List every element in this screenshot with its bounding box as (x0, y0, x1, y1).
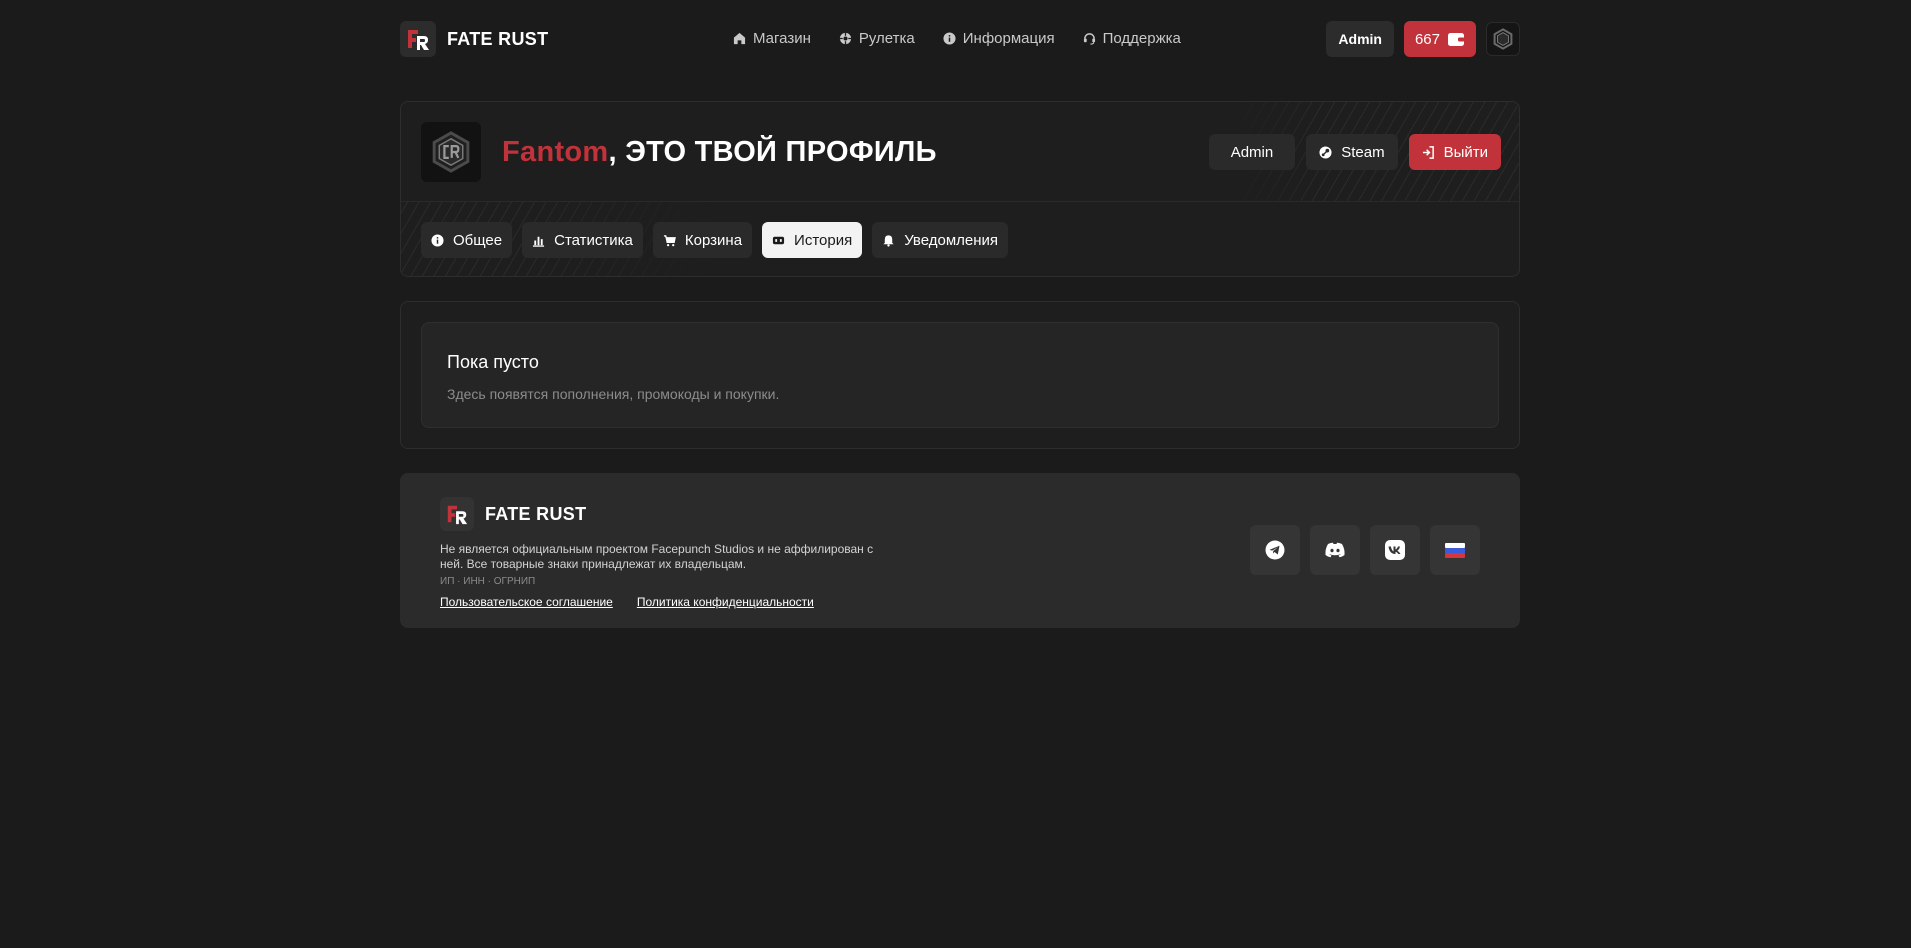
user-avatar[interactable] (1486, 22, 1520, 56)
privacy-link[interactable]: Политика конфиденциальности (637, 595, 814, 609)
telegram-icon (1265, 540, 1285, 560)
profile-greeting: Fantom, ЭТО ТВОЙ ПРОФИЛЬ (502, 136, 937, 169)
tab-history-label: История (794, 231, 853, 249)
nav-shop-label: Магазин (753, 30, 811, 47)
info-icon (431, 233, 444, 247)
logout-icon (1422, 145, 1434, 159)
profile-username: Fantom (502, 136, 609, 168)
tab-general-label: Общее (453, 231, 503, 249)
profile-tabs: Общее Статистика Корзина История Уведомл… (421, 222, 1009, 258)
history-icon (772, 236, 785, 244)
empty-state-subtitle: Здесь появятся пополнения, промокоды и п… (447, 386, 780, 402)
russia-flag-icon (1445, 542, 1465, 558)
header-actions: Admin 667 (1326, 21, 1520, 57)
admin-button[interactable]: Admin (1326, 21, 1394, 57)
vk-button[interactable] (1370, 525, 1420, 575)
nav-roulette[interactable]: Рулетка (839, 30, 915, 47)
nav-support[interactable]: Поддержка (1083, 30, 1181, 47)
footer-brand-name: FATE RUST (485, 503, 587, 524)
chart-icon (533, 236, 545, 247)
empty-state-title: Пока пусто (447, 352, 539, 372)
history-panel: Пока пусто Здесь появятся пополнения, пр… (400, 301, 1520, 449)
terms-link[interactable]: Пользовательское соглашение (440, 595, 613, 609)
profile-header: Fantom, ЭТО ТВОЙ ПРОФИЛЬ Admin Steam Вый… (401, 102, 1519, 202)
top-header: FATE RUST Магазин Рулетка Информация Под… (400, 20, 1520, 58)
cr-avatar-icon (432, 131, 470, 173)
main-nav: Магазин Рулетка Информация Поддержка (733, 30, 1181, 47)
brand-logo[interactable]: FATE RUST (400, 21, 548, 57)
cart-icon (663, 234, 676, 246)
nav-support-label: Поддержка (1102, 30, 1181, 47)
cr-avatar-icon (1493, 28, 1513, 50)
telegram-button[interactable] (1250, 525, 1300, 575)
home-icon (733, 32, 746, 45)
nav-shop[interactable]: Магазин (733, 30, 811, 47)
tab-cart[interactable]: Корзина (652, 222, 753, 258)
logout-label: Выйти (1443, 143, 1488, 161)
roulette-icon (839, 32, 851, 45)
discord-button[interactable] (1310, 525, 1360, 575)
profile-card: Fantom, ЭТО ТВОЙ ПРОФИЛЬ Admin Steam Вый… (400, 101, 1520, 277)
nav-roulette-label: Рулетка (858, 30, 915, 47)
steam-button[interactable]: Steam (1306, 134, 1398, 170)
empty-state: Пока пусто Здесь появятся пополнения, пр… (421, 322, 1499, 428)
bell-icon (883, 234, 894, 247)
discord-icon (1325, 542, 1345, 558)
site-footer: FATE RUST Не является официальным проект… (400, 473, 1520, 628)
tab-statistics[interactable]: Статистика (522, 222, 643, 258)
social-links (1250, 525, 1480, 575)
nav-info[interactable]: Информация (943, 30, 1055, 47)
profile-greeting-suffix: , ЭТО ТВОЙ ПРОФИЛЬ (608, 136, 937, 168)
tab-cart-label: Корзина (684, 231, 743, 249)
tab-notifications[interactable]: Уведомления (872, 222, 1009, 258)
support-icon (1083, 33, 1095, 45)
profile-avatar (421, 122, 481, 182)
steam-icon (1319, 145, 1332, 159)
tab-general[interactable]: Общее (421, 222, 513, 258)
footer-legal: ИП · ИНН · ОГРНИП (440, 576, 536, 587)
role-badge[interactable]: Admin (1208, 134, 1296, 170)
fr-logo-icon (440, 497, 474, 531)
tab-statistics-label: Статистика (554, 231, 633, 249)
brand-name: FATE RUST (447, 28, 549, 49)
footer-links: Пользовательское соглашение Политика кон… (440, 595, 814, 609)
logout-button[interactable]: Выйти (1408, 134, 1501, 170)
balance-button[interactable]: 667 (1403, 21, 1476, 57)
tab-history[interactable]: История (762, 222, 863, 258)
footer-logo[interactable]: FATE RUST (440, 497, 586, 531)
fr-logo-icon (400, 21, 436, 57)
profile-actions: Admin Steam Выйти (1208, 134, 1501, 170)
info-icon (943, 32, 956, 45)
language-button[interactable] (1430, 525, 1480, 575)
wallet-icon (1448, 32, 1465, 46)
nav-info-label: Информация (962, 30, 1055, 47)
footer-disclaimer: Не является официальным проектом Facepun… (440, 542, 874, 571)
vk-icon (1385, 540, 1405, 560)
steam-label: Steam (1341, 143, 1385, 161)
balance-value: 667 (1414, 30, 1440, 48)
tab-notifications-label: Уведомления (904, 231, 999, 249)
